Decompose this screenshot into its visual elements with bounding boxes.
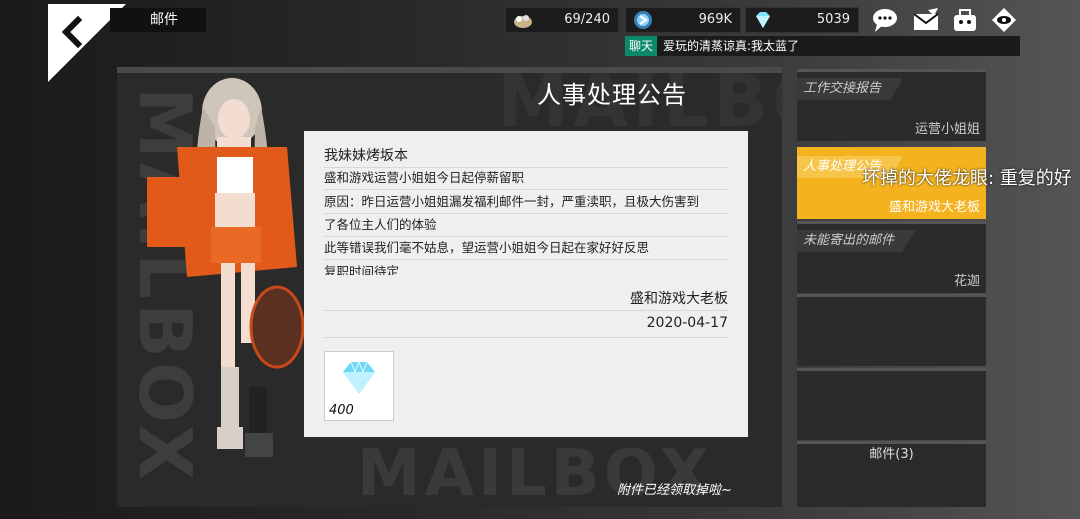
mail-list-item-empty (797, 368, 986, 440)
envelope-icon (913, 8, 939, 30)
mail-date: 2020-04-17 (646, 315, 728, 331)
speech-bubble-icon (873, 9, 897, 32)
mail-detail-panel: MAILBOX MAILBOX MAILBOX 人事处理公告 我妹妹烤坂本 盛和… (117, 67, 782, 507)
chat-message: 爱玩的清蒸谅真:我太蓝了 (663, 39, 800, 53)
stamina-counter[interactable]: 69/240 (505, 7, 619, 33)
mail-sender: 盛和游戏大老板 (630, 291, 728, 307)
mail-subject: 我妹妹烤坂本 (324, 145, 729, 168)
diamond-value: 5039 (816, 12, 850, 27)
mail-body-line: 盛和游戏运营小姐姐今日起停薪留职 (324, 167, 729, 190)
mail-list-item[interactable]: 未能寄出的邮件 花迦 (797, 221, 986, 293)
mail-item-sender: 花迦 (953, 274, 980, 289)
mail-body-line: 复职时间待定 (324, 261, 729, 275)
eye-gear-icon (992, 8, 1016, 32)
page-title: 邮件 (110, 8, 206, 32)
coin-icon (634, 11, 652, 29)
chat-tag: 聊天 (625, 36, 658, 56)
mail-title: 人事处理公告 (537, 81, 687, 109)
mail-body-line: 了各位主人们的体验 (324, 214, 729, 237)
diamond-counter[interactable]: 5039 (745, 7, 859, 33)
mail-body-line: 此等错误我们毫不姑息，望运营小姐姐今日起在家好好反思 (324, 237, 729, 260)
chat-ticker[interactable]: 聊天 爱玩的清蒸谅真:我太蓝了 (625, 36, 1020, 56)
attachment-item[interactable]: 400 (324, 351, 394, 421)
mail-item-sender: 运营小姐姐 (914, 122, 980, 137)
bag-icon (954, 9, 976, 31)
bag-button[interactable] (949, 6, 981, 34)
mail-count: 邮件(3) (797, 441, 986, 507)
attachment-count: 400 (329, 403, 354, 418)
diamond-icon (756, 12, 770, 28)
mail-paper: 我妹妹烤坂本 盛和游戏运营小姐姐今日起停薪留职 原因：昨日运营小姐姐漏发福利邮件… (304, 131, 748, 437)
character-illustration (147, 78, 305, 457)
divider (324, 310, 729, 311)
stamina-icon (514, 15, 532, 28)
divider (324, 337, 729, 338)
mail-list-item-empty (797, 294, 986, 366)
mail-item-title: 工作交接报告 (797, 78, 904, 100)
mail-body-line: 原因：昨日运营小姐姐漏发福利邮件一封，严重渎职，且极大伤害到 (324, 191, 729, 214)
coin-counter[interactable]: 969K (625, 7, 741, 33)
chat-button[interactable] (869, 6, 901, 34)
diamond-icon (343, 360, 375, 394)
coin-value: 969K (698, 12, 732, 27)
mail-list-item[interactable]: 工作交接报告 运营小姐姐 (797, 69, 986, 141)
mail-button[interactable] (910, 6, 942, 34)
mail-body[interactable]: 盛和游戏运营小姐姐今日起停薪留职 原因：昨日运营小姐姐漏发福利邮件一封，严重渎职… (304, 167, 748, 275)
mail-item-sender: 盛和游戏大老板 (888, 200, 980, 215)
settings-button[interactable] (988, 6, 1020, 34)
stamina-value: 69/240 (564, 12, 610, 27)
mail-item-title: 未能寄出的邮件 (797, 230, 917, 252)
danmaku-text: 坏掉的大佬龙眼: 重复的好 (862, 168, 1072, 189)
claimed-notice: 附件已经领取掉啦~ (617, 483, 732, 498)
